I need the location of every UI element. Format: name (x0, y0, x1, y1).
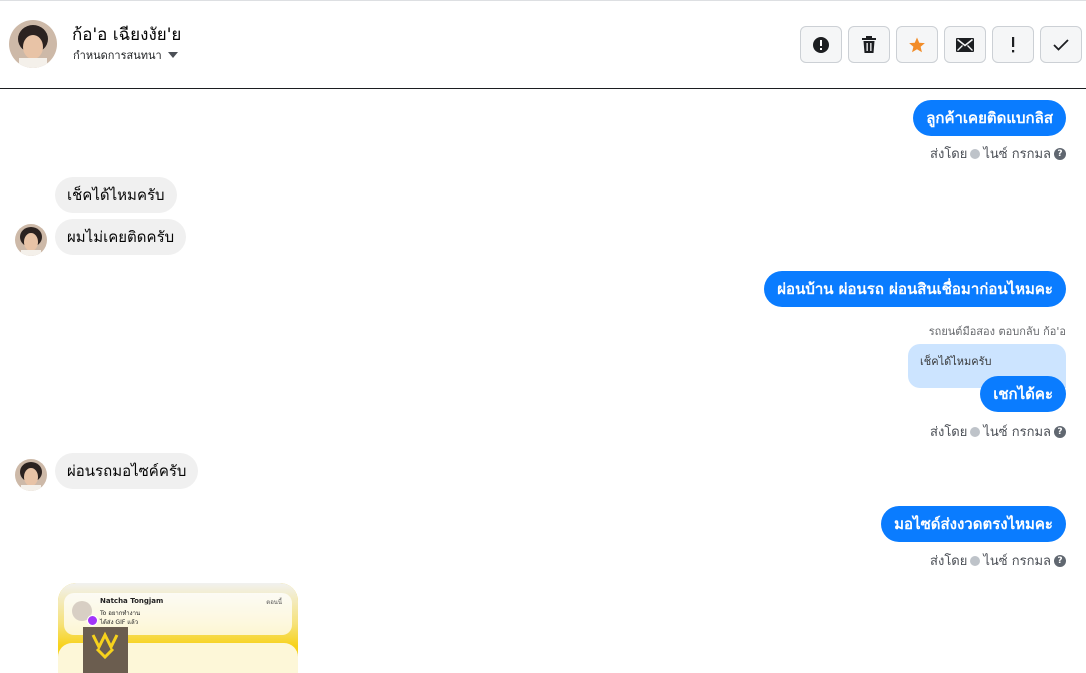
mail-icon (956, 37, 974, 52)
help-icon[interactable]: ? (1054, 554, 1066, 567)
caret-down-icon (167, 52, 178, 58)
outgoing-message[interactable]: ลูกค้าเคยติดแบกลิส (913, 100, 1066, 136)
outgoing-reply-message[interactable]: เชกได้คะ (980, 376, 1066, 412)
agent-name: ไนซ์ กรกมล (983, 147, 1051, 162)
agent-name: ไนซ์ กรกมล (983, 425, 1051, 440)
reply-context-label: รถยนต์มือสอง ตอบกลับ ก้อ'อ (928, 325, 1066, 338)
verified-icon (970, 426, 981, 437)
star-button[interactable] (896, 26, 938, 63)
mark-unread-button[interactable] (944, 26, 986, 63)
messenger-icon (87, 615, 98, 626)
conversation-header: ก้อ'อ เฉียงงัย'ย กำหนดการสนทนา (0, 1, 1086, 89)
incoming-message[interactable]: ผมไม่เคยติดครับ (55, 219, 187, 255)
contact-avatar-small (15, 459, 47, 491)
incoming-message[interactable]: ผ่อนรถมอไซค์ครับ (55, 453, 199, 489)
outgoing-message[interactable]: ผ่อนบ้าน ผ่อนรถ ผ่อนสินเชื่อมาก่อนไหมคะ (764, 271, 1066, 307)
delete-button[interactable] (848, 26, 890, 63)
verified-icon (970, 148, 981, 159)
sent-by-label: ส่งโดย (930, 425, 968, 440)
check-icon (1053, 38, 1069, 51)
image-attachment[interactable]: Natcha Tongjam ตอนนี้ To อยากทำงาน ได้ส่… (58, 583, 298, 673)
assign-label: กำหนดการสนทนา (73, 49, 162, 62)
star-icon (908, 36, 926, 54)
outgoing-message[interactable]: มอไซด์ส่งงวดตรงไหมคะ (881, 506, 1066, 542)
message-meta: ส่งโดย ไนซ์ กรกมล ? (930, 550, 1066, 571)
notification-time: ตอนนี้ (266, 599, 282, 606)
verified-icon (970, 555, 981, 566)
agent-name: ไนซ์ กรกมล (983, 554, 1051, 569)
bank-logo (83, 627, 128, 673)
trash-icon (861, 35, 877, 54)
mark-spam-button[interactable] (992, 26, 1034, 63)
sent-by-label: ส่งโดย (930, 147, 968, 162)
assign-conversation-dropdown[interactable]: กำหนดการสนทนา (73, 46, 178, 64)
help-icon[interactable]: ? (1054, 425, 1066, 438)
notification-sender: Natcha Tongjam (100, 597, 164, 605)
info-icon (812, 36, 830, 54)
message-meta: ส่งโดย ไนซ์ กรกมล ? (930, 421, 1066, 442)
exclamation-icon (1010, 36, 1016, 53)
contact-name[interactable]: ก้อ'อ เฉียงงัย'ย (72, 21, 181, 48)
info-button[interactable] (800, 26, 842, 63)
mark-done-button[interactable] (1040, 26, 1082, 63)
incoming-message[interactable]: เช็คได้ไหมครับ (55, 177, 177, 213)
header-actions (800, 26, 1082, 63)
message-meta: ส่งโดย ไนซ์ กรกมล ? (930, 143, 1066, 164)
contact-avatar-small (15, 224, 47, 256)
sent-by-label: ส่งโดย (930, 554, 968, 569)
contact-avatar[interactable] (9, 20, 57, 68)
notification-line2: ได้ส่ง GIF แล้ว (100, 619, 139, 626)
help-icon[interactable]: ? (1054, 147, 1066, 160)
